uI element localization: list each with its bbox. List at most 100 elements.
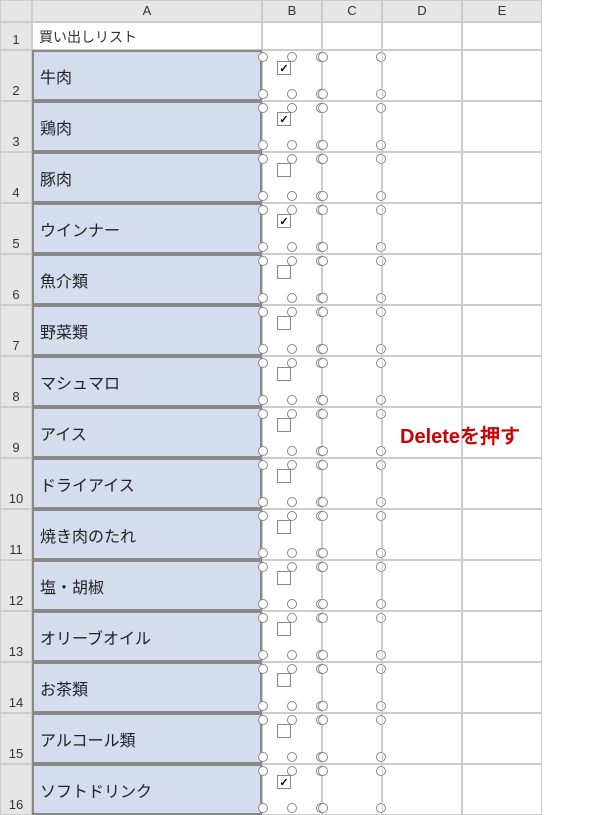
row-header-4[interactable]: 4 bbox=[0, 152, 32, 203]
column-header-c[interactable]: C bbox=[322, 0, 382, 22]
cell-c[interactable] bbox=[322, 560, 382, 611]
row-header-9[interactable]: 9 bbox=[0, 407, 32, 458]
cell-checkbox[interactable] bbox=[262, 101, 322, 152]
selection-handle-icon[interactable] bbox=[318, 548, 328, 558]
cell-checkbox[interactable] bbox=[262, 662, 322, 713]
selection-handle-icon[interactable] bbox=[258, 715, 268, 725]
selection-handle-icon[interactable] bbox=[318, 52, 328, 62]
selection-handle-icon[interactable] bbox=[287, 599, 297, 609]
cell-empty[interactable] bbox=[382, 713, 462, 764]
selection-handle-icon[interactable] bbox=[318, 256, 328, 266]
cell-c[interactable] bbox=[322, 509, 382, 560]
cell-empty[interactable] bbox=[462, 50, 542, 101]
selection-handle-icon[interactable] bbox=[287, 52, 297, 62]
checkbox[interactable] bbox=[277, 265, 291, 279]
selection-handle-icon[interactable] bbox=[318, 307, 328, 317]
selection-handle-icon[interactable] bbox=[287, 293, 297, 303]
selection-handle-icon[interactable] bbox=[318, 650, 328, 660]
selection-handle-icon[interactable] bbox=[258, 89, 268, 99]
cell-c[interactable] bbox=[322, 611, 382, 662]
selection-handle-icon[interactable] bbox=[318, 497, 328, 507]
cell-empty[interactable] bbox=[382, 662, 462, 713]
checkbox[interactable] bbox=[277, 622, 291, 636]
selection-handle-icon[interactable] bbox=[258, 191, 268, 201]
selection-handle-icon[interactable] bbox=[287, 409, 297, 419]
cell-item-label[interactable]: 豚肉 bbox=[32, 152, 262, 203]
cell-checkbox[interactable] bbox=[262, 764, 322, 815]
selection-handle-icon[interactable] bbox=[258, 242, 268, 252]
row-header-12[interactable]: 12 bbox=[0, 560, 32, 611]
selection-handle-icon[interactable] bbox=[318, 613, 328, 623]
selection-handle-icon[interactable] bbox=[258, 358, 268, 368]
cell-item-label[interactable]: 牛肉 bbox=[32, 50, 262, 101]
selection-handle-icon[interactable] bbox=[287, 562, 297, 572]
selection-handle-icon[interactable] bbox=[258, 650, 268, 660]
selection-handle-icon[interactable] bbox=[287, 460, 297, 470]
cell-empty[interactable] bbox=[462, 458, 542, 509]
selection-handle-icon[interactable] bbox=[287, 307, 297, 317]
selection-handle-icon[interactable] bbox=[258, 256, 268, 266]
selection-handle-icon[interactable] bbox=[258, 205, 268, 215]
selection-handle-icon[interactable] bbox=[287, 766, 297, 776]
selection-handle-icon[interactable] bbox=[287, 701, 297, 711]
row-header-8[interactable]: 8 bbox=[0, 356, 32, 407]
selection-handle-icon[interactable] bbox=[318, 599, 328, 609]
cell-empty[interactable] bbox=[382, 203, 462, 254]
selection-handle-icon[interactable] bbox=[318, 344, 328, 354]
cell-empty[interactable] bbox=[462, 611, 542, 662]
selection-handle-icon[interactable] bbox=[318, 191, 328, 201]
selection-handle-icon[interactable] bbox=[318, 664, 328, 674]
cell-empty[interactable] bbox=[462, 764, 542, 815]
checkbox[interactable] bbox=[277, 571, 291, 585]
cell-item-label[interactable]: お茶類 bbox=[32, 662, 262, 713]
selection-handle-icon[interactable] bbox=[318, 409, 328, 419]
cell-empty[interactable] bbox=[462, 101, 542, 152]
cell-item-label[interactable]: 鶏肉 bbox=[32, 101, 262, 152]
row-header-10[interactable]: 10 bbox=[0, 458, 32, 509]
selection-handle-icon[interactable] bbox=[287, 803, 297, 813]
selection-handle-icon[interactable] bbox=[318, 715, 328, 725]
cell-empty[interactable] bbox=[462, 305, 542, 356]
row-header-13[interactable]: 13 bbox=[0, 611, 32, 662]
cell-empty[interactable] bbox=[462, 509, 542, 560]
selection-handle-icon[interactable] bbox=[258, 497, 268, 507]
selection-handle-icon[interactable] bbox=[287, 358, 297, 368]
selection-handle-icon[interactable] bbox=[287, 242, 297, 252]
selection-handle-icon[interactable] bbox=[287, 446, 297, 456]
cell-checkbox[interactable] bbox=[262, 152, 322, 203]
cell-empty[interactable] bbox=[382, 305, 462, 356]
selection-handle-icon[interactable] bbox=[287, 103, 297, 113]
cell-item-label[interactable]: ドライアイス bbox=[32, 458, 262, 509]
cell-empty[interactable] bbox=[382, 50, 462, 101]
cell-c[interactable] bbox=[322, 254, 382, 305]
cell-checkbox[interactable] bbox=[262, 356, 322, 407]
selection-handle-icon[interactable] bbox=[258, 154, 268, 164]
selection-handle-icon[interactable] bbox=[258, 803, 268, 813]
column-header-e[interactable]: E bbox=[462, 0, 542, 22]
selection-handle-icon[interactable] bbox=[258, 307, 268, 317]
selection-handle-icon[interactable] bbox=[318, 140, 328, 150]
selection-handle-icon[interactable] bbox=[318, 242, 328, 252]
selection-handle-icon[interactable] bbox=[258, 293, 268, 303]
selection-handle-icon[interactable] bbox=[287, 344, 297, 354]
selection-handle-icon[interactable] bbox=[258, 446, 268, 456]
selection-handle-icon[interactable] bbox=[258, 664, 268, 674]
cell-checkbox[interactable] bbox=[262, 458, 322, 509]
selection-handle-icon[interactable] bbox=[258, 752, 268, 762]
row-header-16[interactable]: 16 bbox=[0, 764, 32, 815]
selection-handle-icon[interactable] bbox=[258, 460, 268, 470]
cell-checkbox[interactable] bbox=[262, 713, 322, 764]
cell-c[interactable] bbox=[322, 458, 382, 509]
cell-title[interactable]: 買い出しリスト bbox=[32, 22, 262, 50]
selection-handle-icon[interactable] bbox=[258, 52, 268, 62]
cell-item-label[interactable]: 魚介類 bbox=[32, 254, 262, 305]
cell-checkbox[interactable] bbox=[262, 407, 322, 458]
cell-item-label[interactable]: ウインナー bbox=[32, 203, 262, 254]
row-header-5[interactable]: 5 bbox=[0, 203, 32, 254]
cell-item-label[interactable]: 野菜類 bbox=[32, 305, 262, 356]
cell-empty[interactable] bbox=[382, 101, 462, 152]
cell-c[interactable] bbox=[322, 305, 382, 356]
checkbox[interactable] bbox=[277, 469, 291, 483]
cell-c[interactable] bbox=[322, 203, 382, 254]
checkbox[interactable] bbox=[277, 724, 291, 738]
